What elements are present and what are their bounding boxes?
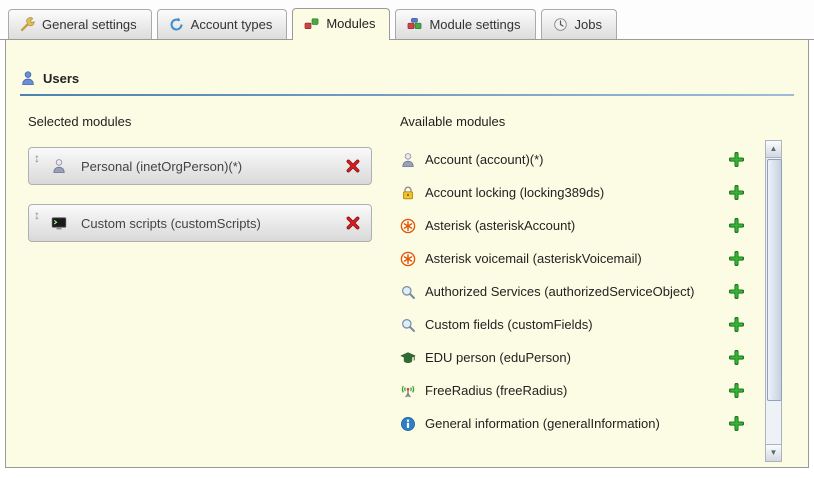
available-module-label: Asterisk (asteriskAccount) [425, 218, 575, 233]
available-module-row: Account (account)(*) [400, 143, 744, 176]
add-module-button[interactable] [729, 383, 744, 398]
person-icon [400, 152, 416, 168]
selected-modules-list: ↕ Personal (inetOrgPerson)(*) ↕ Custom scri… [28, 147, 372, 242]
available-module-row: FreeRadius (freeRadius) [400, 374, 744, 407]
add-module-button[interactable] [729, 284, 744, 299]
available-module-row: Account locking (locking389ds) [400, 176, 744, 209]
selected-module-row[interactable]: ↕ Personal (inetOrgPerson)(*) [28, 147, 372, 185]
available-module-label: Account locking (locking389ds) [425, 185, 604, 200]
antenna-icon [400, 383, 416, 399]
asterisk-icon [400, 251, 416, 267]
tab-module-settings[interactable]: Module settings [395, 9, 535, 39]
tab-label: Account types [191, 17, 273, 32]
add-module-button[interactable] [729, 317, 744, 332]
tab-jobs[interactable]: Jobs [541, 9, 617, 39]
module-settings-icon [407, 17, 422, 32]
person-icon [51, 158, 67, 174]
scroll-up-button[interactable]: ▲ [766, 141, 781, 158]
available-module-row: General information (generalInformation) [400, 407, 744, 440]
graduation-cap-icon [400, 350, 416, 366]
selected-module-label: Custom scripts (customScripts) [81, 216, 261, 231]
available-module-label: Account (account)(*) [425, 152, 544, 167]
add-module-button[interactable] [729, 350, 744, 365]
tab-bar: General settings Account types Modules Modu… [0, 0, 814, 40]
add-module-button[interactable] [729, 251, 744, 266]
tab-account-types[interactable]: Account types [157, 9, 288, 39]
info-icon [400, 416, 416, 432]
drag-handle-icon[interactable]: ↕ [34, 151, 40, 165]
available-modules-heading: Available modules [400, 114, 744, 129]
section-title: Users [43, 71, 79, 86]
module-configuration-page: General settings Account types Modules Modu… [0, 0, 814, 478]
available-module-label: Custom fields (customFields) [425, 317, 593, 332]
tab-label: General settings [42, 17, 137, 32]
available-module-label: EDU person (eduPerson) [425, 350, 571, 365]
lock-icon [400, 185, 416, 201]
modules-columns: Selected modules ↕ Personal (inetOrgPerso… [20, 114, 808, 440]
selected-module-label: Personal (inetOrgPerson)(*) [81, 159, 242, 174]
available-module-label: Authorized Services (authorizedServiceOb… [425, 284, 695, 299]
tab-label: Modules [326, 16, 375, 31]
add-module-button[interactable] [729, 185, 744, 200]
account-types-icon [169, 17, 184, 32]
remove-module-button[interactable] [345, 215, 361, 231]
terminal-icon [51, 215, 67, 231]
add-module-button[interactable] [729, 416, 744, 431]
available-modules-column: Available modules Account (account)(*)Ac… [400, 114, 808, 440]
scrollbar-thumb[interactable] [767, 159, 782, 401]
wrench-icon [20, 17, 35, 32]
asterisk-icon [400, 218, 416, 234]
selected-modules-column: Selected modules ↕ Personal (inetOrgPerso… [20, 114, 372, 440]
add-module-button[interactable] [729, 218, 744, 233]
scroll-down-button[interactable]: ▼ [766, 444, 781, 461]
available-module-row: EDU person (eduPerson) [400, 341, 744, 374]
available-module-row: Asterisk (asteriskAccount) [400, 209, 744, 242]
add-module-button[interactable] [729, 152, 744, 167]
selected-modules-heading: Selected modules [28, 114, 372, 129]
content-panel: Users Selected modules ↕ Personal (inetOr… [5, 40, 809, 468]
clock-icon [553, 17, 568, 32]
remove-module-button[interactable] [345, 158, 361, 174]
users-section-header: Users [20, 70, 808, 86]
section-divider [20, 94, 794, 96]
tab-general-settings[interactable]: General settings [8, 9, 152, 39]
available-modules-list: Account (account)(*) Account locking (loc… [400, 143, 744, 440]
selected-module-row[interactable]: ↕ Custom scripts (customScripts) [28, 204, 372, 242]
magnifier-icon [400, 317, 416, 333]
available-module-row: Custom fields (customFields) [400, 308, 744, 341]
available-module-label: Asterisk voicemail (asteriskVoicemail) [425, 251, 642, 266]
tab-modules[interactable]: Modules [292, 8, 390, 40]
available-module-row: Asterisk voicemail (asteriskVoicemail) [400, 242, 744, 275]
magnifier-icon [400, 284, 416, 300]
drag-handle-icon[interactable]: ↕ [34, 208, 40, 222]
available-module-label: FreeRadius (freeRadius) [425, 383, 567, 398]
tab-label: Module settings [429, 17, 520, 32]
tab-label: Jobs [575, 17, 602, 32]
modules-icon [304, 16, 319, 31]
available-modules-scrollbar[interactable]: ▲ ▼ [765, 140, 782, 462]
available-module-row: Authorized Services (authorizedServiceOb… [400, 275, 744, 308]
users-icon [20, 70, 36, 86]
available-module-label: General information (generalInformation) [425, 416, 660, 431]
